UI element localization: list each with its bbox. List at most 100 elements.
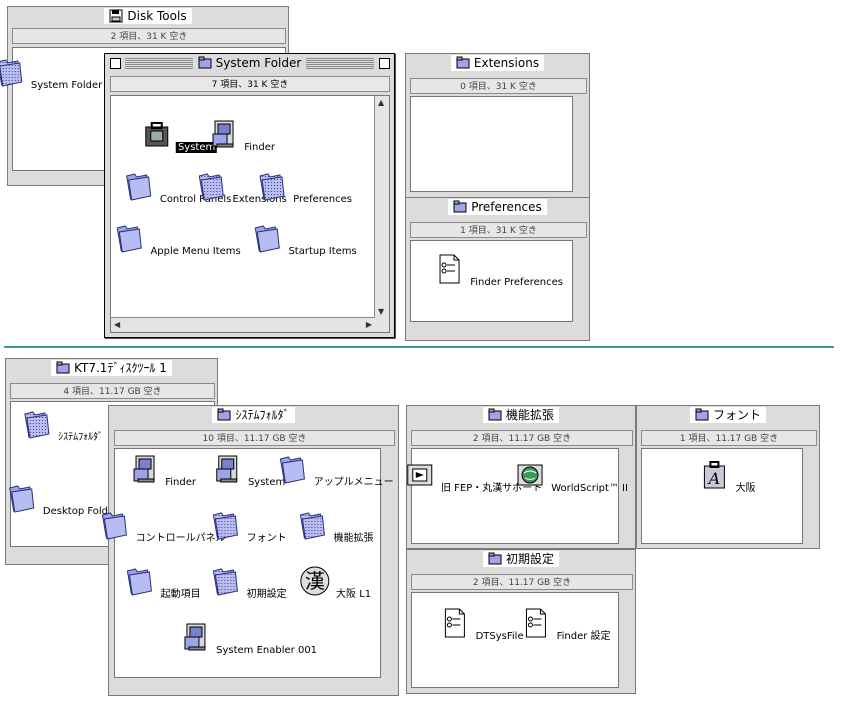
kanji-font-icon: 漢 — [300, 566, 330, 596]
scroll-right-arrow[interactable]: ▶ — [366, 320, 372, 329]
resize-handle[interactable] — [375, 318, 389, 332]
icon-system-enabler[interactable]: System Enabler 001 — [179, 621, 319, 656]
preferences-titlebar[interactable]: Preferences — [406, 198, 589, 216]
window-info-bar: 2 項目、31 K 空き — [12, 28, 286, 44]
system-folder-icon — [217, 408, 231, 422]
icon-finder-preferences[interactable]: Finder Preferences — [433, 253, 565, 288]
icon-label: ｼｽﾃﾑﾌｫﾙﾀﾞ — [58, 432, 104, 443]
folder-icon — [296, 509, 328, 541]
icon-label: 大阪 L1 — [336, 589, 372, 600]
jp-system-titlebar[interactable]: ｼｽﾃﾑﾌｫﾙﾀﾞ — [109, 406, 398, 424]
preferences-window[interactable]: Preferences 1 項目、31 K 空き Finder Preferen… — [405, 197, 590, 341]
window-content: 旧 FEP・丸漢サポート WorldScript™ II — [411, 448, 628, 544]
icon-label: フォント — [246, 533, 287, 544]
folder-icon — [488, 552, 502, 566]
window-content — [410, 96, 573, 192]
window-info-bar: 0 項目、31 K 空き — [410, 78, 587, 94]
svg-text:漢: 漢 — [305, 569, 325, 593]
system-folder-window[interactable]: System Folder 7 項目、31 K 空き System Finder… — [104, 53, 395, 338]
icon-dtsysfile[interactable]: DTSysFile — [438, 607, 525, 642]
screenshot-divider — [4, 346, 834, 348]
icon-system[interactable]: System — [141, 118, 218, 153]
kino-titlebar[interactable]: 機能拡張 — [407, 406, 635, 424]
window-info-bar: 4 項目、11.17 GB 空き — [10, 383, 215, 399]
window-content: System Finder Control Panels Extensions … — [110, 95, 390, 333]
font-suitcase-icon — [698, 459, 730, 491]
folder-icon — [6, 482, 38, 514]
finder-icon — [128, 453, 160, 485]
icon-label: Finder — [244, 142, 275, 153]
jp-system-folder-window[interactable]: ｼｽﾃﾑﾌｫﾙﾀﾞ 10 項目、11.17 GB 空き Finder Syste… — [108, 405, 399, 696]
icon-system-folder[interactable]: System Folder — [0, 56, 104, 91]
shoki-titlebar[interactable]: 初期設定 — [407, 550, 635, 568]
window-title: Preferences — [471, 200, 542, 214]
icon-label: 初期設定 — [246, 589, 287, 600]
icon-label: 機能拡張 — [333, 533, 374, 544]
icon-finder[interactable]: Finder — [207, 118, 277, 153]
icon-preferences[interactable]: Preferences — [256, 170, 354, 205]
icon-system-folder-jp[interactable]: ｼｽﾃﾑﾌｫﾙﾀﾞ — [21, 408, 105, 443]
system-folder-titlebar[interactable]: System Folder — [125, 55, 374, 71]
icon-label: 起動項目 — [160, 589, 201, 600]
icon-extensions[interactable]: 機能拡張 — [296, 509, 375, 544]
document-icon — [438, 607, 470, 639]
window-title: KT7.1ﾃﾞｨｽｸﾂｰﾙ 1 — [74, 361, 167, 375]
globe-icon — [514, 459, 546, 491]
font-window[interactable]: フォント 1 項目、11.17 GB 空き 大阪 — [636, 405, 820, 549]
shoki-settei-window[interactable]: 初期設定 2 項目、11.17 GB 空き DTSysFile Finder 設… — [406, 549, 636, 694]
icon-startup-items[interactable]: 起動項目 — [123, 565, 202, 600]
window-content: DTSysFile Finder 設定 — [411, 592, 619, 688]
icon-preferences[interactable]: 初期設定 — [209, 565, 288, 600]
font-titlebar[interactable]: フォント — [637, 406, 819, 424]
enabler-icon — [179, 621, 211, 653]
horizontal-scrollbar[interactable]: ◀ ▶ — [111, 317, 375, 332]
extensions-window[interactable]: Extensions 0 項目、31 K 空き — [405, 53, 590, 198]
icon-osaka-font[interactable]: 漢 大阪 L1 — [299, 565, 373, 600]
extensions-titlebar[interactable]: Extensions — [406, 54, 589, 72]
folder-icon — [488, 408, 502, 422]
window-title: 機能拡張 — [505, 408, 554, 422]
finder-icon — [207, 118, 239, 150]
disk-tools-titlebar[interactable]: Disk Tools — [8, 7, 288, 25]
kino-kakucho-window[interactable]: 機能拡張 2 項目、11.17 GB 空き 旧 FEP・丸漢サポート World… — [406, 405, 636, 549]
icon-fonts[interactable]: フォント — [209, 509, 288, 544]
extension-icon — [404, 459, 436, 491]
icon-startup-items[interactable]: Startup Items — [251, 222, 358, 257]
icon-label: Finder 設定 — [556, 631, 611, 642]
folder-icon — [695, 408, 709, 422]
icon-label: System Folder — [30, 80, 103, 91]
folder-icon — [453, 200, 467, 214]
window-info-bar: 10 項目、11.17 GB 空き — [114, 430, 395, 446]
vertical-scrollbar[interactable]: ▲ ▼ — [374, 96, 389, 318]
icon-worldscript[interactable]: WorldScript™ II — [514, 459, 630, 494]
close-box[interactable] — [110, 58, 121, 69]
window-title: System Folder — [215, 56, 302, 70]
icon-finder-settings[interactable]: Finder 設定 — [519, 607, 612, 642]
icon-label: System Enabler 001 — [216, 645, 318, 656]
window-title: 初期設定 — [505, 552, 554, 566]
folder-icon — [456, 56, 470, 70]
icon-label: アップルメニュー — [313, 477, 394, 488]
window-info-bar: 7 項目、31 K 空き — [110, 76, 390, 92]
kt71-titlebar[interactable]: KT7.1ﾃﾞｨｽｸﾂｰﾙ 1 — [6, 359, 217, 377]
window-info-bar: 1 項目、11.17 GB 空き — [641, 430, 817, 446]
icon-osaka[interactable]: 大阪 — [698, 459, 757, 494]
suitcase-icon — [141, 118, 173, 150]
icon-finder[interactable]: Finder — [128, 453, 198, 488]
window-title: Extensions — [473, 56, 540, 70]
scroll-up-arrow[interactable]: ▲ — [378, 98, 384, 107]
scroll-left-arrow[interactable]: ◀ — [114, 320, 120, 329]
folder-icon — [209, 509, 241, 541]
icon-label: DTSysFile — [475, 631, 524, 642]
icon-apple-menu-items[interactable]: Apple Menu Items — [113, 222, 242, 257]
folder-icon — [123, 170, 155, 202]
window-content: 大阪 — [641, 448, 803, 544]
icon-label: Finder — [165, 477, 196, 488]
window-content: Finder System アップルメニュー コントロールパネル フォント 機能… — [114, 448, 394, 678]
collapse-box[interactable] — [379, 58, 390, 69]
scroll-down-arrow[interactable]: ▼ — [378, 307, 384, 316]
icon-control-panels[interactable]: コントロールパネル — [98, 509, 227, 544]
icon-label: Apple Menu Items — [150, 246, 241, 257]
floppy-disk-icon — [109, 9, 123, 23]
icon-apple-menu[interactable]: アップルメニュー — [276, 453, 395, 488]
